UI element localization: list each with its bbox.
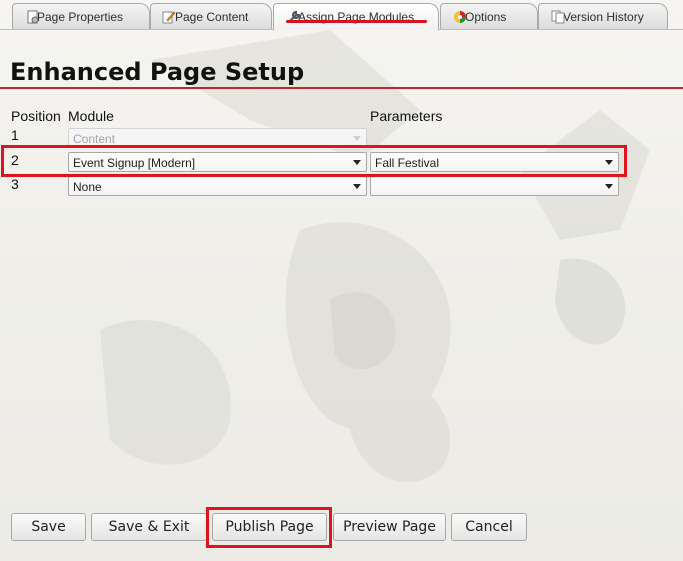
tab-page-content[interactable]: Page Content [150,3,272,29]
pencil-icon [162,10,176,24]
gear-page-icon [26,10,40,24]
publish-page-button[interactable]: Publish Page [212,513,327,541]
module-select-row-3[interactable]: None [68,176,367,196]
tab-bar: Page Properties Page Content Assign Page… [0,0,683,30]
select-value: Event Signup [Modern] [73,156,196,170]
save-exit-button[interactable]: Save & Exit [91,513,207,541]
parameters-select-row-3[interactable] [370,176,619,196]
module-select-row-1: Content [68,128,367,148]
dropdown-arrow-icon [605,184,613,189]
page-title: Enhanced Page Setup [10,58,305,86]
module-select-row-2[interactable]: Event Signup [Modern] [68,152,367,172]
select-value: Content [73,132,116,146]
tab-label: Page Content [175,9,249,24]
header-position: Position [11,108,61,124]
dropdown-arrow-icon [353,160,361,165]
tab-label: Options [465,9,507,24]
title-divider [0,87,683,89]
dropdown-arrow-icon [353,136,361,141]
cancel-button[interactable]: Cancel [451,513,527,541]
dropdown-arrow-icon [353,184,361,189]
row-position: 3 [11,176,19,192]
row-position: 2 [11,152,19,168]
select-value: None [73,180,102,194]
tab-assign-page-modules[interactable]: Assign Page Modules [273,3,439,30]
parameters-select-row-2[interactable]: Fall Festival [370,152,619,172]
pages-copy-icon [551,10,565,24]
tab-page-properties[interactable]: Page Properties [12,3,150,29]
color-wheel-icon [453,10,467,24]
tab-options[interactable]: Options [440,3,538,29]
tab-version-history[interactable]: Version History [538,3,668,29]
active-tab-annotation [286,20,427,23]
header-parameters: Parameters [370,108,443,124]
save-button[interactable]: Save [11,513,86,541]
preview-page-button[interactable]: Preview Page [333,513,446,541]
tab-label: Version History [563,9,644,24]
dropdown-arrow-icon [605,160,613,165]
header-module: Module [68,108,114,124]
tab-label: Page Properties [37,9,124,24]
select-value: Fall Festival [375,156,440,170]
row-position: 1 [11,127,19,143]
